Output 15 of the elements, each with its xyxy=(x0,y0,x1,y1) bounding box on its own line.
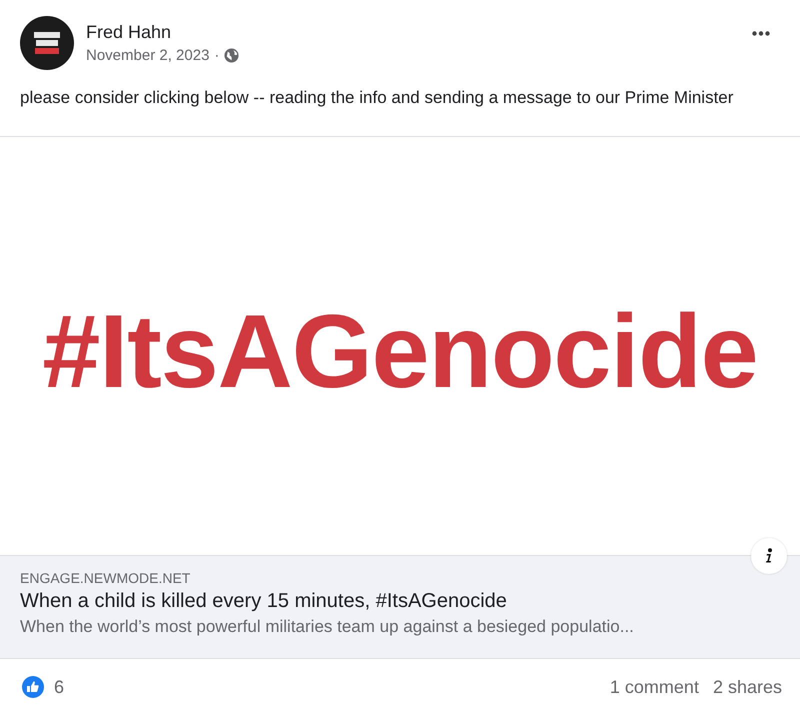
link-domain: ENGAGE.NEWMODE.NET xyxy=(20,570,192,586)
info-icon[interactable] xyxy=(751,538,787,574)
like-icon[interactable] xyxy=(22,676,44,698)
avatar[interactable] xyxy=(20,16,74,70)
comment-count[interactable]: 1 comment xyxy=(610,676,699,698)
share-count[interactable]: 2 shares xyxy=(712,676,782,698)
link-description: When the world’s most powerful militaries team up against a besieged populatio... xyxy=(20,617,635,637)
post-text: please consider clicking below -- reading the info and sending a message to our Prime Minister xyxy=(20,87,734,109)
globe-icon xyxy=(224,48,240,63)
author-name[interactable]: Fred Hahn xyxy=(86,22,736,43)
reaction-count[interactable]: 6 xyxy=(54,676,64,698)
separator: · xyxy=(214,47,220,64)
preview-image-text[interactable]: #ItsAGenocide xyxy=(42,292,758,412)
link-title[interactable]: When a child is killed every 15 minutes, #ItsAGenocide xyxy=(20,590,780,613)
post-date[interactable]: November 2, 2023 xyxy=(86,47,210,64)
